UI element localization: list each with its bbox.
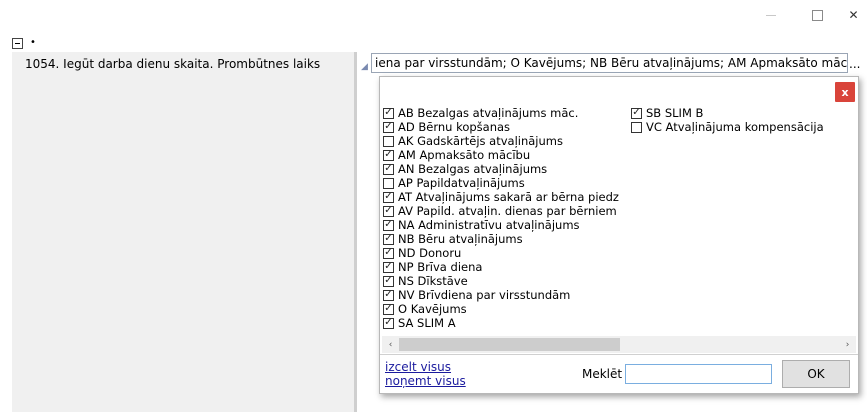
checkbox-label: NP Brīva diena bbox=[398, 260, 483, 274]
scroll-left-icon[interactable]: ‹ bbox=[382, 336, 399, 353]
checkbox-label: NA Administratīvu atvaļinājums bbox=[398, 218, 580, 232]
checkbox-checked-icon[interactable]: ✓ bbox=[383, 219, 394, 231]
select-all-link[interactable]: izcelt visus bbox=[385, 360, 451, 374]
checkbox-item[interactable]: ✓ AM Apmaksāto mācību bbox=[383, 148, 619, 162]
checkbox-item[interactable]: ✓ AT Atvaļinājums sakarā ar bērna piedz bbox=[383, 190, 619, 204]
checkbox-item[interactable]: ✓ AN Bezalgas atvaļinājums bbox=[383, 162, 619, 176]
checkbox-item[interactable]: ✓ AB Bezalgas atvaļinājums māc. bbox=[383, 106, 619, 120]
checkbox-label: NV Brīvdiena par virsstundām bbox=[398, 288, 571, 302]
search-input[interactable] bbox=[625, 364, 772, 384]
checkbox-label: AM Apmaksāto mācību bbox=[398, 148, 531, 162]
checkbox-item[interactable]: ✓ NV Brīvdiena par virsstundām bbox=[383, 288, 619, 302]
checkbox-checked-icon[interactable]: ✓ bbox=[383, 289, 394, 301]
checkbox-unchecked-icon[interactable] bbox=[383, 135, 394, 147]
scrollbar-thumb[interactable] bbox=[399, 338, 620, 351]
checkbox-checked-icon[interactable]: ✓ bbox=[383, 261, 394, 273]
checkbox-item[interactable]: VC Atvaļinājuma kompensācija bbox=[631, 120, 824, 134]
checkbox-checked-icon[interactable]: ✓ bbox=[383, 121, 394, 133]
ellipsis-button[interactable]: ... bbox=[849, 57, 860, 71]
checkbox-checked-icon[interactable]: ✓ bbox=[383, 247, 394, 259]
minus-icon bbox=[15, 42, 20, 44]
checkbox-checked-icon[interactable]: ✓ bbox=[383, 191, 394, 203]
checkbox-label: NB Bēru atvaļinājums bbox=[398, 232, 523, 246]
horizontal-scrollbar[interactable]: ‹ › bbox=[382, 336, 856, 353]
checkbox-item[interactable]: ✓ AD Bērnu kopšanas bbox=[383, 120, 619, 134]
checkbox-label: NS Dīkstāve bbox=[398, 274, 468, 288]
checkbox-item[interactable]: ✓ SB SLIM B bbox=[631, 106, 824, 120]
checkbox-checked-icon[interactable]: ✓ bbox=[383, 205, 394, 217]
checkbox-checked-icon[interactable]: ✓ bbox=[383, 107, 394, 119]
parameter-label: 1054. Iegūt darba dienu skaita. Prombūtn… bbox=[25, 57, 321, 71]
checkbox-item[interactable]: AP Papildatvaļinājums bbox=[383, 176, 619, 190]
checkbox-label: ND Donoru bbox=[398, 246, 462, 260]
ok-button[interactable]: OK bbox=[782, 360, 850, 388]
checkbox-label: AK Gadskārtējs atvaļinājums bbox=[398, 134, 563, 148]
checkbox-checked-icon[interactable]: ✓ bbox=[383, 303, 394, 315]
checkbox-item[interactable]: ✓ AV Papild. atvaļin. dienas par bērniem bbox=[383, 204, 619, 218]
checkbox-unchecked-icon[interactable] bbox=[631, 121, 642, 133]
checkbox-label: AD Bērnu kopšanas bbox=[398, 120, 511, 134]
checkbox-label: AB Bezalgas atvaļinājums māc. bbox=[398, 106, 579, 120]
checkbox-unchecked-icon[interactable] bbox=[383, 177, 394, 189]
maximize-button[interactable] bbox=[794, 0, 840, 30]
maximize-icon bbox=[811, 9, 823, 21]
checkbox-item[interactable]: ✓ ND Donoru bbox=[383, 246, 619, 260]
divider bbox=[380, 354, 858, 355]
minimize-icon bbox=[766, 14, 776, 16]
left-pane: 1054. Iegūt darba dienu skaita. Prombūtn… bbox=[12, 52, 357, 412]
checkbox-checked-icon[interactable]: ✓ bbox=[383, 275, 394, 287]
checkbox-label: AT Atvaļinājums sakarā ar bērna piedz bbox=[398, 190, 619, 204]
close-window-button[interactable]: ✕ bbox=[840, 0, 867, 30]
checkbox-item[interactable]: ✓ NB Bēru atvaļinājums bbox=[383, 232, 619, 246]
checkbox-label: O Kavējums bbox=[398, 302, 467, 316]
checkbox-item[interactable]: ✓ SA SLIM A bbox=[383, 316, 619, 330]
minimize-button[interactable] bbox=[748, 0, 794, 30]
checkbox-checked-icon[interactable]: ✓ bbox=[631, 107, 642, 119]
edit-indicator-icon: ◢ bbox=[361, 62, 368, 72]
checkbox-checked-icon[interactable]: ✓ bbox=[383, 317, 394, 329]
value-field[interactable]: iena par virsstundām; O Kavējums; NB Bēr… bbox=[371, 53, 848, 73]
checkbox-label: SA SLIM A bbox=[398, 316, 456, 330]
multi-select-popup: x ✓ AB Bezalgas atvaļinājums māc. ✓ AD Bērn… bbox=[379, 76, 859, 394]
checkbox-label: AN Bezalgas atvaļinājums bbox=[398, 162, 548, 176]
collapse-toggle[interactable] bbox=[12, 37, 23, 49]
popup-close-button[interactable]: x bbox=[835, 82, 855, 102]
checkbox-item[interactable]: ✓ NA Administratīvu atvaļinājums bbox=[383, 218, 619, 232]
checkbox-checked-icon[interactable]: ✓ bbox=[383, 149, 394, 161]
window-titlebar: ✕ bbox=[0, 0, 867, 30]
checkbox-checked-icon[interactable]: ✓ bbox=[383, 233, 394, 245]
checkbox-item[interactable]: ✓ NS Dīkstāve bbox=[383, 274, 619, 288]
tree-header: • bbox=[12, 37, 36, 49]
checkbox-item[interactable]: ✓ NP Brīva diena bbox=[383, 260, 619, 274]
bullet-icon: • bbox=[30, 37, 36, 48]
search-label: Meklēt bbox=[582, 367, 623, 381]
checkbox-list-column-1: ✓ AB Bezalgas atvaļinājums māc. ✓ AD Bērnu … bbox=[383, 106, 619, 330]
checkbox-checked-icon[interactable]: ✓ bbox=[383, 163, 394, 175]
checkbox-label: AV Papild. atvaļin. dienas par bērniem bbox=[398, 204, 617, 218]
checkbox-item[interactable]: AK Gadskārtējs atvaļinājums bbox=[383, 134, 619, 148]
checkbox-label: SB SLIM B bbox=[646, 106, 704, 120]
close-icon: ✕ bbox=[848, 8, 859, 22]
checkbox-label: VC Atvaļinājuma kompensācija bbox=[646, 120, 824, 134]
checkbox-label: AP Papildatvaļinājums bbox=[398, 176, 525, 190]
checkbox-list-column-2: ✓ SB SLIM B VC Atvaļinājuma kompensācija bbox=[631, 106, 824, 134]
clear-all-link[interactable]: noņemt visus bbox=[385, 374, 466, 388]
scroll-right-icon[interactable]: › bbox=[839, 336, 856, 353]
checkbox-item[interactable]: ✓ O Kavējums bbox=[383, 302, 619, 316]
